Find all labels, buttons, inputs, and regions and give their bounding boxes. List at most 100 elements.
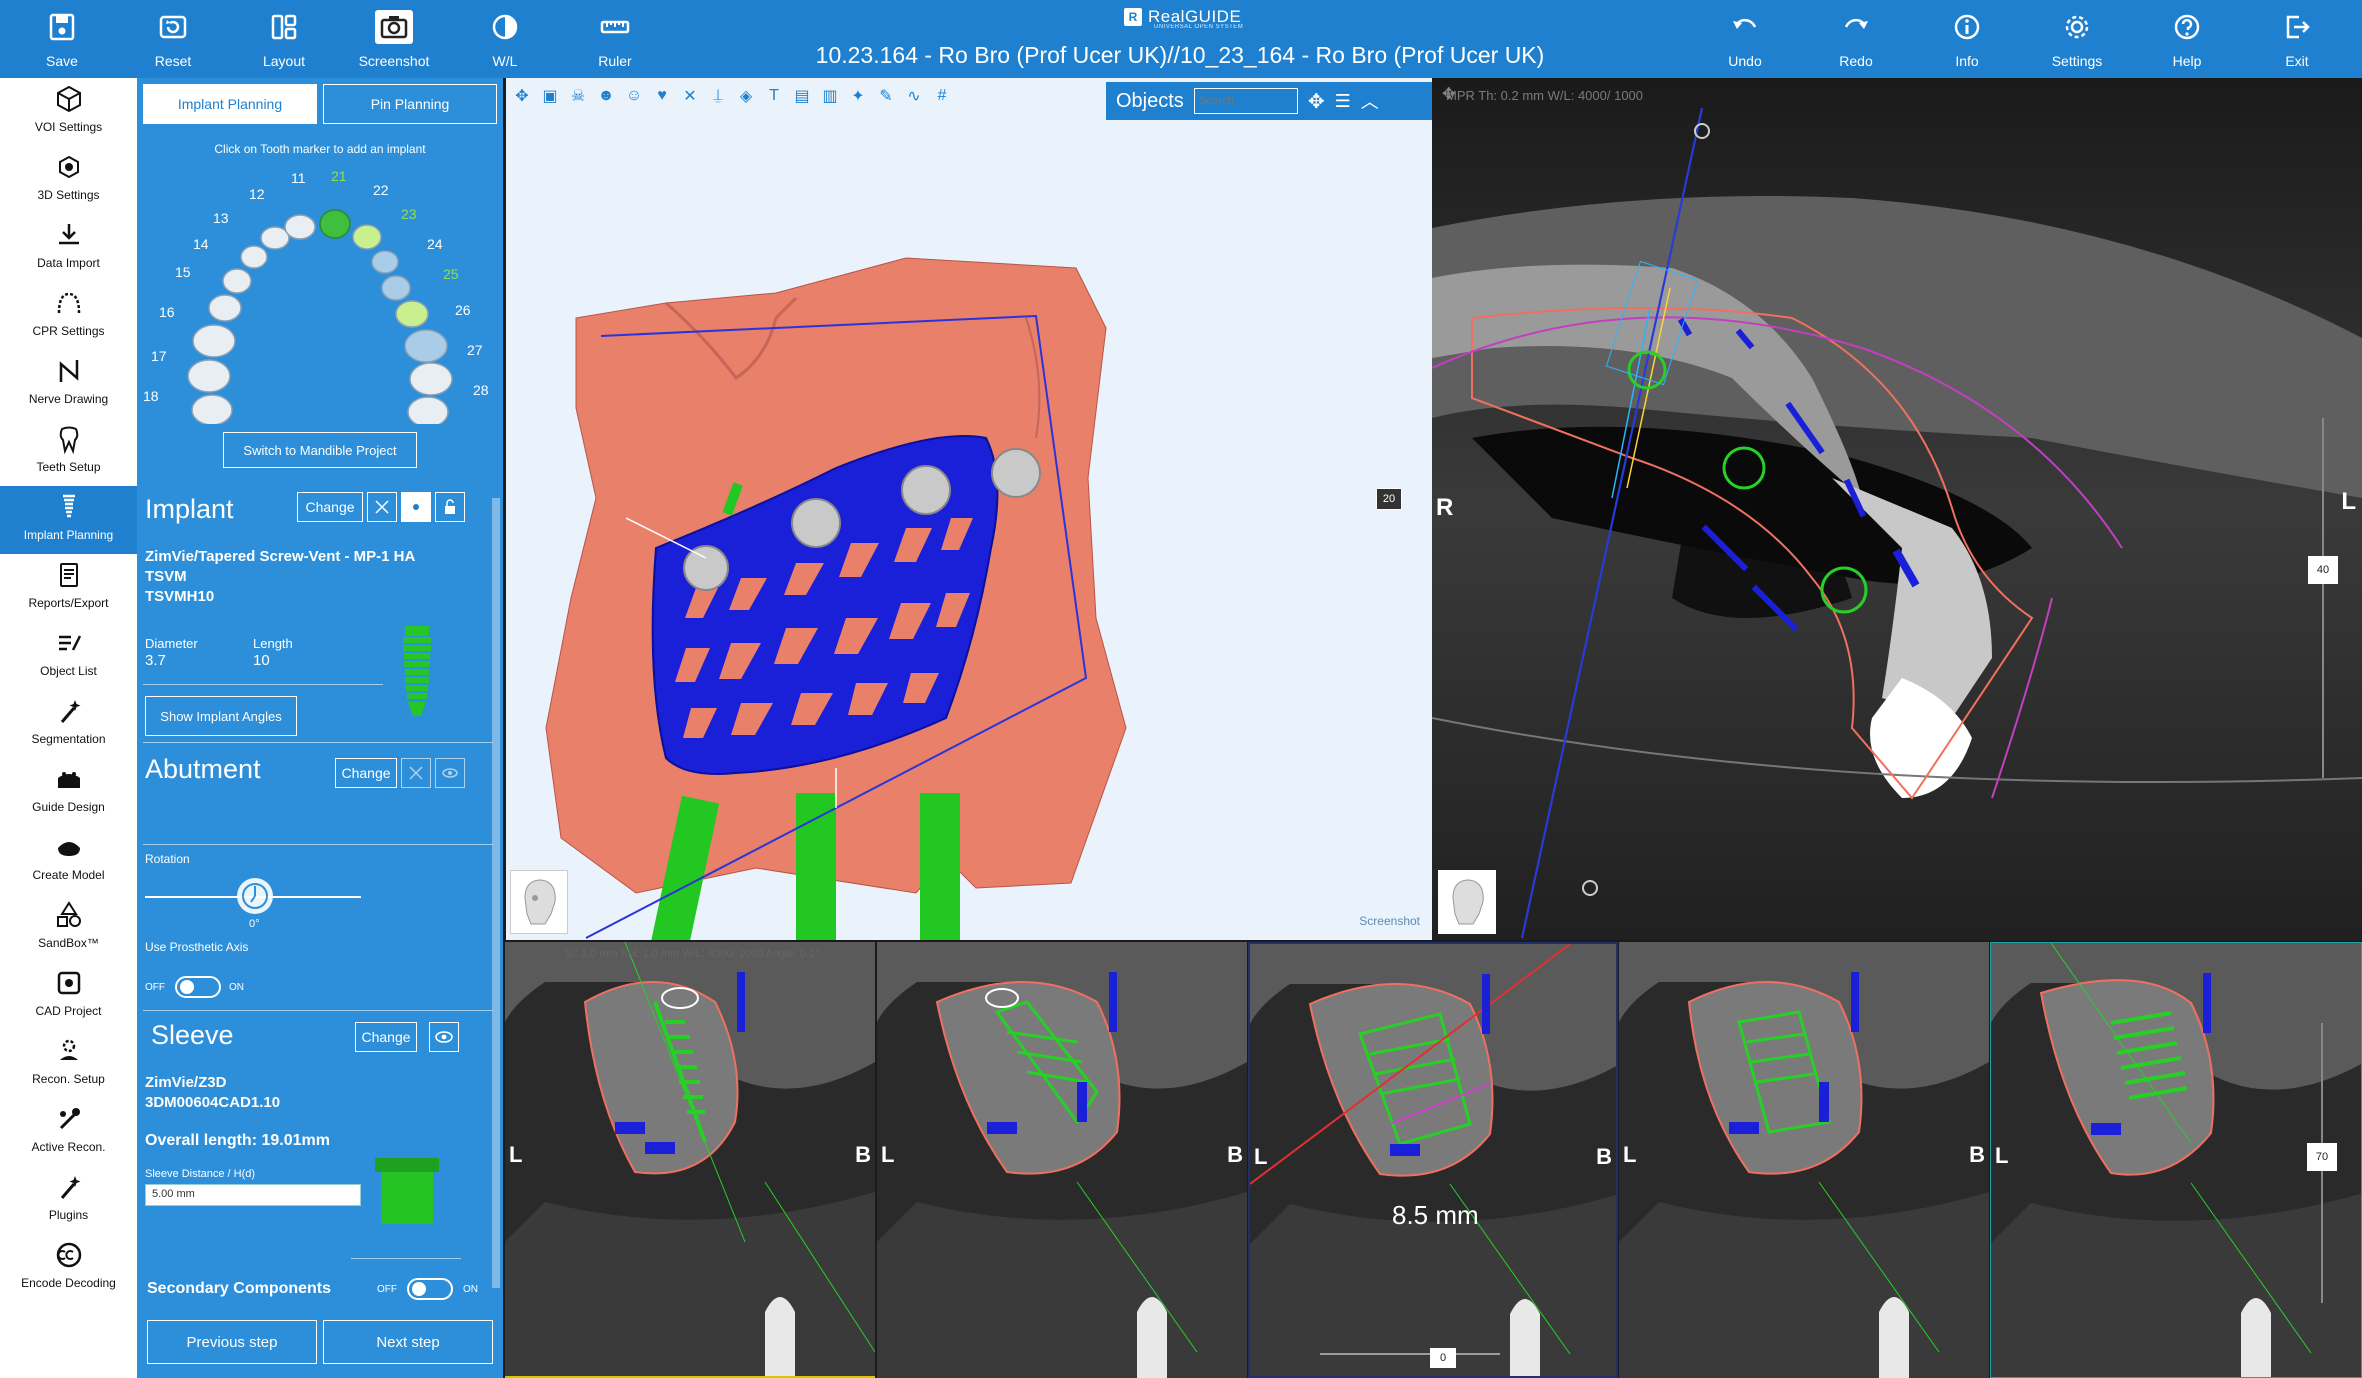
implant-tool-icon[interactable]: ⍊ [706,84,730,108]
cross-section-slider-badge[interactable]: 70 [2307,1143,2337,1171]
move-icon[interactable]: ✥ [1442,84,1455,104]
help-button[interactable]: Help [2137,0,2237,78]
nav-voi-settings[interactable]: VOI Settings [0,78,137,146]
cross-section-bottom-badge[interactable]: 0 [1430,1348,1456,1368]
show-implant-angles-button[interactable]: Show Implant Angles [145,696,297,736]
nav-cpr-settings[interactable]: CPR Settings [0,282,137,350]
implant-remove-button[interactable] [367,492,397,522]
nav-cad-project[interactable]: CAD Project [0,962,137,1030]
cross-section-2[interactable]: L B [877,942,1247,1378]
tooth-label-23[interactable]: 23 [401,206,417,222]
nav-teeth-setup[interactable]: Teeth Setup [0,418,137,486]
sleeve-distance-input[interactable]: 5.00 mm [145,1184,361,1206]
distance-measurement[interactable]: 8.5 mm [1392,1200,1479,1231]
tab-pin-planning[interactable]: Pin Planning [323,84,497,124]
abutment-remove-button[interactable] [401,758,431,788]
3d-view[interactable]: ✥ ▣ ☠ ☻ ☺ ♥ ✕ ⍊ ◈ T ▤ ▥ ✦ ✎ ∿ # Objects … [506,78,1432,940]
sleeve-visibility-button[interactable] [429,1022,459,1052]
implant-lock-button[interactable] [435,492,465,522]
previous-step-button[interactable]: Previous step [147,1320,317,1364]
nav-active-recon[interactable]: Active Recon. [0,1098,137,1166]
grid-icon[interactable]: # [930,84,954,108]
cross-section-4[interactable]: L B [1619,942,1989,1378]
nav-3d-settings[interactable]: 3D Settings [0,146,137,214]
eraser-icon[interactable]: ◈ [734,84,758,108]
dental-arch-chart[interactable] [175,164,465,424]
nav-encode-decoding[interactable]: Encode Decoding [0,1234,137,1302]
skull-side-icon[interactable]: ☻ [594,84,618,108]
exit-button[interactable]: Exit [2247,0,2347,78]
tooth-tool-icon[interactable]: ♥ [650,84,674,108]
tooth-label-25[interactable]: 25 [443,266,459,282]
tooth-label-21[interactable]: 21 [331,168,347,184]
objects-search-input[interactable] [1193,88,1298,114]
tooth-label-16[interactable]: 16 [159,304,175,320]
tooth-label-26[interactable]: 26 [455,302,471,318]
nav-create-model[interactable]: Create Model [0,826,137,894]
layout-button[interactable]: Layout [234,0,334,78]
tooth-22[interactable] [352,224,382,250]
secondary-components-toggle[interactable] [407,1278,453,1300]
info-button[interactable]: Info [1917,0,2017,78]
image-2-icon[interactable]: ▥ [818,84,842,108]
mpr-slice-slider-badge[interactable]: 40 [2308,556,2338,584]
mpr-slice-slider-track[interactable] [2322,418,2324,778]
redo-button[interactable]: Redo [1806,0,1906,78]
implant-middle[interactable] [796,793,836,940]
abutment-change-button[interactable]: Change [335,758,397,788]
move-tool-icon[interactable]: ✥ [510,84,534,108]
prosthetic-axis-toggle[interactable] [175,976,221,998]
tooth-label-14[interactable]: 14 [193,236,209,252]
text-tool-icon[interactable]: T [762,84,786,108]
cross-section-1[interactable]: L B Sl: 1.0 mm Spl: 1.0 mm W/L: 4000/ 10… [505,942,875,1378]
tooth-label-15[interactable]: 15 [175,264,191,280]
tooth-label-13[interactable]: 13 [213,210,229,226]
orientation-head-widget[interactable] [510,870,568,934]
panel-scrollbar[interactable] [492,498,500,1288]
nav-implant-planning[interactable]: Implant Planning [0,486,137,554]
mpr-view[interactable]: MPR Th: 0.2 mm W/L: 4000/ 1000 ✥ R L 40 [1432,78,2362,940]
cross-section-3-active[interactable]: L B 0 [1248,942,1618,1378]
tooth-label-24[interactable]: 24 [427,236,443,252]
nav-guide-design[interactable]: Guide Design [0,758,137,826]
tooth-label-12[interactable]: 12 [249,186,265,202]
undo-button[interactable]: Undo [1695,0,1795,78]
tooth-label-18[interactable]: 18 [143,388,159,404]
switch-to-mandible-button[interactable]: Switch to Mandible Project [223,432,417,468]
sleeve-change-button[interactable]: Change [355,1022,417,1052]
nav-object-list[interactable]: Object List [0,622,137,690]
ruler-button[interactable]: Ruler [565,0,665,78]
implant-right[interactable] [920,793,960,940]
mpr-orientation-widget[interactable] [1438,870,1496,934]
image-icon[interactable]: ▤ [790,84,814,108]
skull-icon[interactable]: ☠ [566,84,590,108]
pin-icon[interactable]: ✦ [846,84,870,108]
reset-button[interactable]: Reset [123,0,223,78]
nav-sandbox[interactable]: SandBox™ [0,894,137,962]
nav-recon-setup[interactable]: Recon. Setup [0,1030,137,1098]
tooth-21-selected[interactable] [319,209,351,239]
close-tool-icon[interactable]: ✕ [678,84,702,108]
tooth-label-27[interactable]: 27 [467,342,483,358]
nav-nerve-drawing[interactable]: Nerve Drawing [0,350,137,418]
tooth-23[interactable] [371,250,399,274]
screenshot-button[interactable]: Screenshot [344,0,444,78]
wl-button[interactable]: W/L [455,0,555,78]
move-icon[interactable]: ✥ [1308,89,1325,114]
tooth-24[interactable] [381,275,411,301]
nav-plugins[interactable]: Plugins [0,1166,137,1234]
rotation-slider-knob[interactable] [237,878,273,914]
next-step-button[interactable]: Next step [323,1320,493,1364]
tooth-label-17[interactable]: 17 [151,348,167,364]
settings-button[interactable]: Settings [2027,0,2127,78]
zoom-badge[interactable]: 20 [1376,488,1402,510]
brush-icon[interactable]: ✎ [874,84,898,108]
camera-tool-icon[interactable]: ▣ [538,84,562,108]
nav-segmentation[interactable]: Segmentation [0,690,137,758]
tooth-label-11[interactable]: 11 [291,170,306,186]
curve-icon[interactable]: ∿ [902,84,926,108]
implant-visibility-button[interactable] [401,492,431,522]
tooth-label-28[interactable]: 28 [473,382,489,398]
chevron-up-icon[interactable]: ︿ [1361,88,1379,114]
implant-change-button[interactable]: Change [297,492,363,522]
